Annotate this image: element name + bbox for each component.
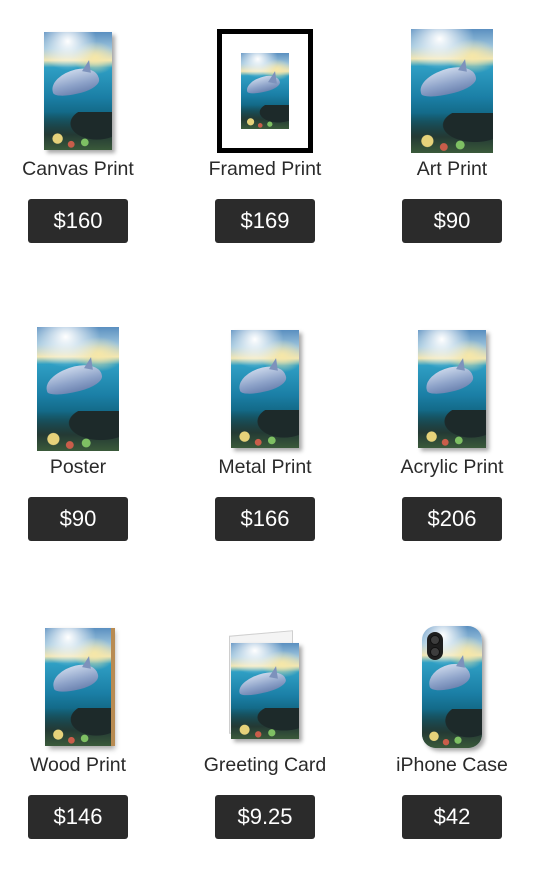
greeting-card-image — [227, 630, 303, 743]
metal-print-image — [231, 330, 299, 448]
product-canvas-print[interactable]: Canvas Print $160 — [0, 26, 168, 286]
price-button[interactable]: $166 — [215, 497, 315, 541]
canvas-print-image — [44, 32, 112, 150]
price-button[interactable]: $42 — [402, 795, 502, 839]
product-thumbnail[interactable] — [0, 26, 168, 156]
product-poster[interactable]: Poster $90 — [0, 324, 168, 584]
price-button[interactable]: $9.25 — [215, 795, 315, 839]
product-wood-print[interactable]: Wood Print $146 — [0, 622, 168, 882]
product-art-print[interactable]: Art Print $90 — [362, 26, 538, 286]
art-print-image — [411, 29, 493, 153]
product-label[interactable]: Poster — [0, 454, 168, 480]
product-label[interactable]: Canvas Print — [0, 156, 168, 182]
product-label[interactable]: Wood Print — [0, 752, 168, 778]
product-label[interactable]: Greeting Card — [175, 752, 355, 778]
product-iphone-case[interactable]: iPhone Case $42 — [362, 622, 538, 882]
wood-print-image — [45, 628, 111, 746]
product-thumbnail[interactable] — [362, 324, 538, 454]
price-button[interactable]: $90 — [28, 497, 128, 541]
framed-print-image — [217, 29, 313, 153]
product-thumbnail[interactable] — [362, 622, 538, 752]
product-grid: Canvas Print $160 Framed Print $169 Art … — [0, 0, 538, 880]
product-acrylic-print[interactable]: Acrylic Print $206 — [362, 324, 538, 584]
price-button[interactable]: $146 — [28, 795, 128, 839]
product-thumbnail[interactable] — [0, 324, 168, 454]
camera-module-icon — [427, 632, 443, 660]
product-greeting-card[interactable]: Greeting Card $9.25 — [175, 622, 355, 882]
price-button[interactable]: $169 — [215, 199, 315, 243]
product-framed-print[interactable]: Framed Print $169 — [175, 26, 355, 286]
price-button[interactable]: $206 — [402, 497, 502, 541]
iphone-case-image — [422, 626, 482, 748]
acrylic-print-image — [418, 330, 486, 448]
product-thumbnail[interactable] — [175, 26, 355, 156]
poster-image — [37, 327, 119, 451]
product-thumbnail[interactable] — [0, 622, 168, 752]
product-label[interactable]: Metal Print — [175, 454, 355, 480]
product-label[interactable]: Art Print — [362, 156, 538, 182]
product-thumbnail[interactable] — [175, 622, 355, 752]
product-label[interactable]: Acrylic Print — [362, 454, 538, 480]
product-metal-print[interactable]: Metal Print $166 — [175, 324, 355, 584]
product-label[interactable]: Framed Print — [175, 156, 355, 182]
product-thumbnail[interactable] — [362, 26, 538, 156]
price-button[interactable]: $90 — [402, 199, 502, 243]
price-button[interactable]: $160 — [28, 199, 128, 243]
product-thumbnail[interactable] — [175, 324, 355, 454]
product-label[interactable]: iPhone Case — [362, 752, 538, 778]
